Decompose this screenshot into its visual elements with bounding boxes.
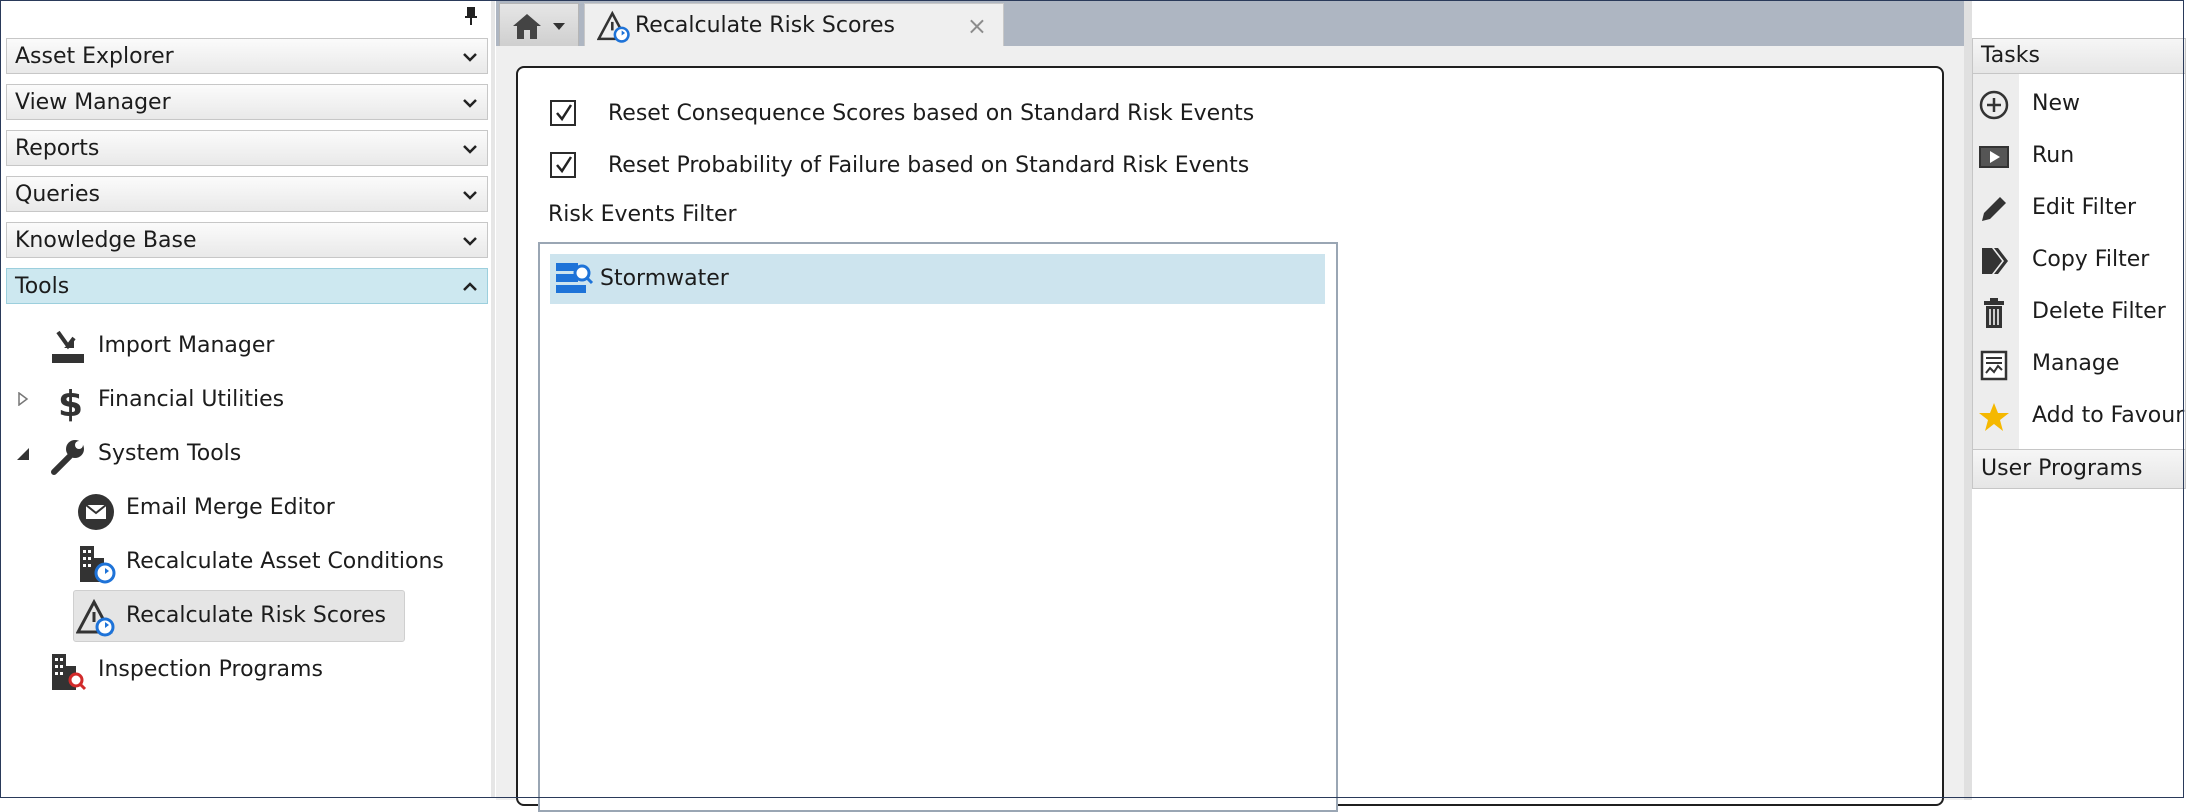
window-frame xyxy=(0,0,2184,798)
